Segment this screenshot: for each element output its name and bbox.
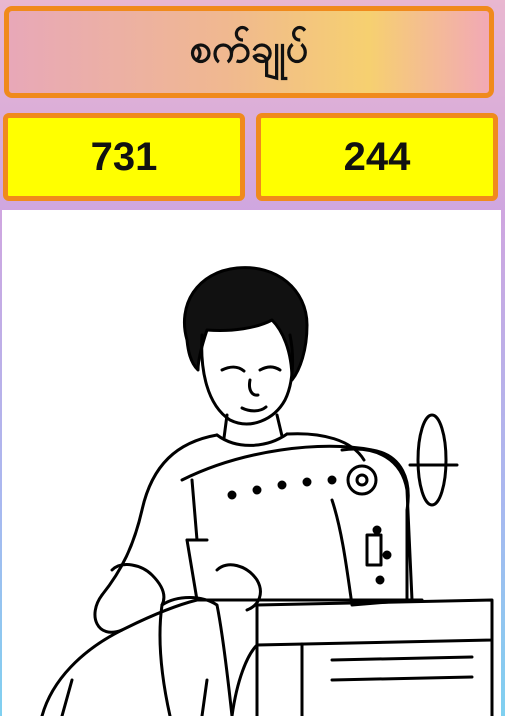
table-top bbox=[255, 598, 494, 647]
picture-panel bbox=[2, 210, 501, 716]
word-title: စက်ချုပ် bbox=[189, 25, 309, 72]
collar bbox=[215, 432, 289, 447]
machine-needle bbox=[185, 478, 209, 542]
right-eye bbox=[258, 365, 282, 372]
score-right-box: 244 bbox=[256, 113, 498, 201]
torso bbox=[100, 433, 219, 597]
nose bbox=[248, 378, 260, 397]
right-arm bbox=[215, 563, 262, 612]
legs bbox=[60, 678, 209, 716]
table-drawer bbox=[330, 655, 474, 682]
sewing-person-illustration bbox=[40, 266, 494, 716]
score-left-value: 731 bbox=[90, 134, 158, 179]
left-arm bbox=[93, 593, 199, 634]
score-right-value: 244 bbox=[343, 134, 411, 179]
mouth bbox=[240, 405, 268, 413]
word-title-banner: စက်ချုပ် bbox=[4, 6, 494, 98]
lap bbox=[40, 628, 259, 716]
fabric bbox=[158, 596, 234, 716]
machine-arm bbox=[180, 444, 410, 602]
handwheel bbox=[416, 413, 448, 507]
left-eye bbox=[220, 365, 246, 373]
neck bbox=[222, 413, 284, 440]
score-left-box: 731 bbox=[3, 113, 245, 201]
machine-base bbox=[185, 538, 424, 602]
